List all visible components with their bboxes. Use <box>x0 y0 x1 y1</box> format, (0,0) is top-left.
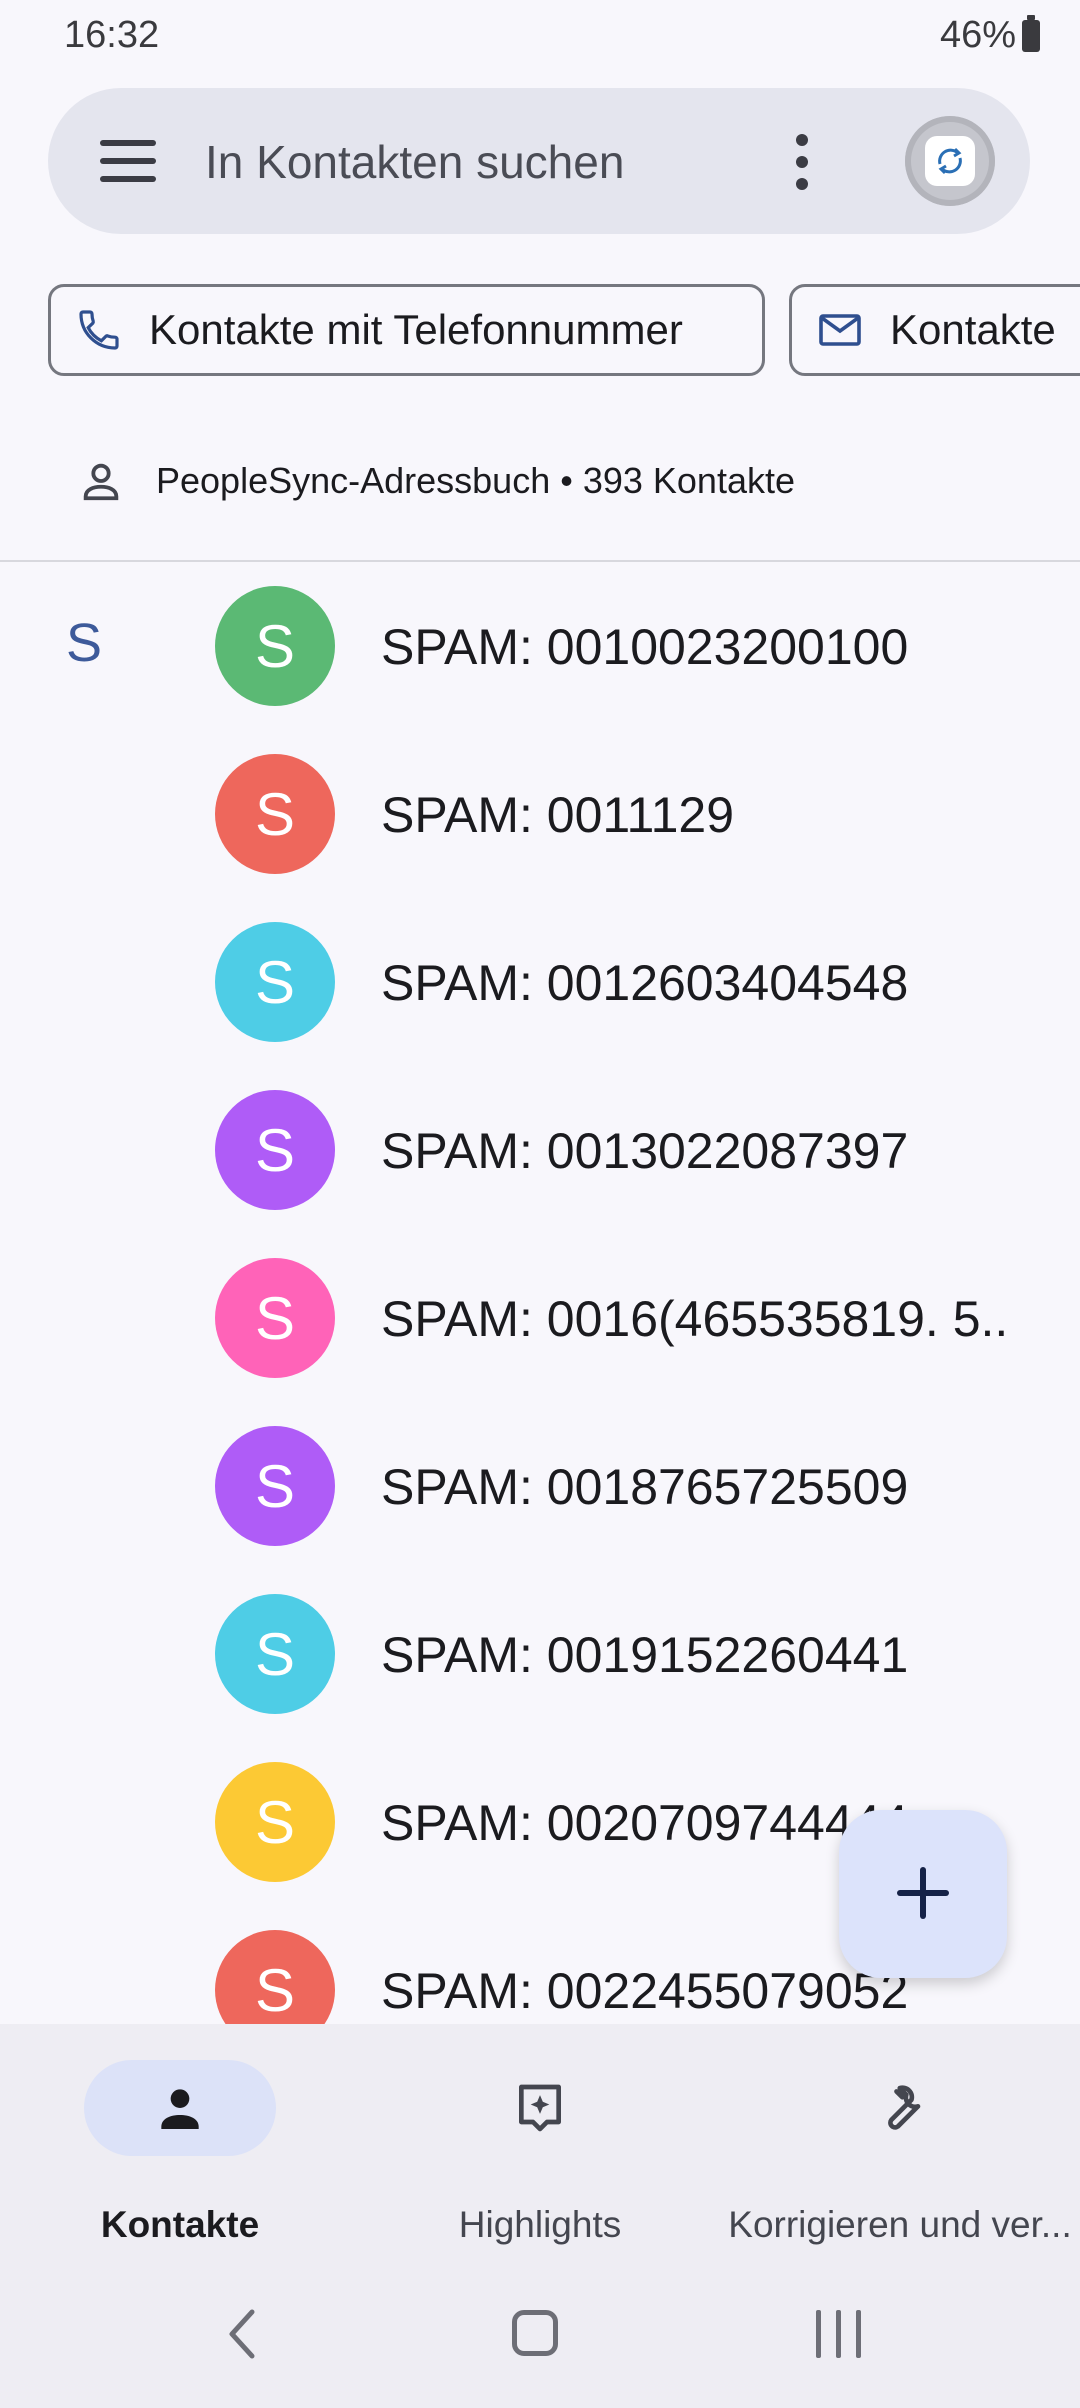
nav-label-fix-and-manage: Korrigieren und ver... <box>728 2204 1072 2245</box>
contact-name: SPAM: 0011129 <box>381 787 735 843</box>
sync-app-icon <box>925 136 975 186</box>
contact-name: SPAM: 0022455079052 <box>381 1963 909 2019</box>
contact-name: SPAM: 0012603404548 <box>381 955 909 1011</box>
contact-name: SPAM: 0010023200100 <box>381 619 909 675</box>
add-contact-button[interactable] <box>839 1810 1007 1978</box>
contact-avatar: S <box>215 1090 335 1210</box>
chip-email-contacts[interactable]: Kontakte <box>789 284 1080 376</box>
contact-name: SPAM: 0020709744444 <box>381 1795 909 1851</box>
nav-label-contacts: Kontakte <box>100 2204 260 2245</box>
contact-name: SPAM: 0013022087397 <box>381 1123 909 1179</box>
person-filled-icon <box>161 2089 199 2129</box>
contact-avatar: S <box>215 1426 335 1546</box>
battery-icon <box>1022 14 1040 52</box>
highlights-icon <box>519 2084 561 2132</box>
contact-avatar: S <box>215 1594 335 1714</box>
nav-label-highlights: Highlights <box>458 2204 622 2245</box>
address-book-info[interactable]: PeopleSync-Adressbuch • 393 Kontakte <box>0 440 1080 520</box>
contact-row[interactable]: S SPAM: 0013022087397 <box>0 1066 1080 1234</box>
nav-item-contacts[interactable]: Kontakte <box>0 2024 360 2264</box>
nav-item-fix-and-manage[interactable]: Korrigieren und ver... <box>720 2024 1080 2264</box>
status-bar: 16:32 46% <box>0 0 1080 72</box>
contact-list[interactable]: S S SPAM: 0010023200100 S SPAM: 0011129 … <box>0 562 1080 2024</box>
chip-email-label: Kontakte <box>890 306 1056 353</box>
contact-avatar: S <box>215 754 335 874</box>
contact-name: SPAM: 0019152260441 <box>381 1627 909 1683</box>
contact-row[interactable]: S SPAM: 0011129 <box>0 730 1080 898</box>
status-battery: 46% <box>940 14 1040 57</box>
contact-avatar: S <box>215 1930 335 2024</box>
mail-icon <box>819 314 861 346</box>
address-book-text: PeopleSync-Adressbuch • 393 Kontakte <box>156 460 795 501</box>
back-icon[interactable] <box>218 2304 268 2364</box>
home-icon[interactable] <box>512 2310 558 2356</box>
chip-phone-contacts[interactable]: Kontakte mit Telefonnummer <box>48 284 765 376</box>
contact-row[interactable]: S SPAM: 0010023200100 <box>0 562 1080 730</box>
contact-avatar: S <box>215 1258 335 1378</box>
contact-avatar: S <box>215 1762 335 1882</box>
system-navigation-bar <box>0 2264 1080 2408</box>
nav-item-highlights[interactable]: Highlights <box>360 2024 720 2264</box>
status-time: 16:32 <box>64 14 160 56</box>
contact-row[interactable]: S SPAM: 0018765725509 <box>0 1402 1080 1570</box>
phone-icon <box>79 310 119 350</box>
more-options-icon[interactable] <box>782 132 822 192</box>
filter-chips: Kontakte mit Telefonnummer Kontakte <box>0 284 1080 380</box>
menu-icon[interactable] <box>100 136 156 186</box>
contact-name: SPAM: 0018765725509 <box>381 1459 909 1515</box>
battery-percent: 46% <box>939 14 1016 56</box>
contact-avatar: S <box>215 586 335 706</box>
bottom-navigation: Kontakte Highlights Korrigieren und ver.… <box>0 2024 1080 2264</box>
wrench-icon <box>888 2085 921 2130</box>
recent-apps-icon[interactable] <box>814 2310 864 2358</box>
search-bar[interactable] <box>48 88 1030 234</box>
contact-row[interactable]: S SPAM: 0012603404548 <box>0 898 1080 1066</box>
account-avatar-button[interactable] <box>905 116 995 206</box>
contact-row[interactable]: S SPAM: 0016(465535819. 5.. <box>0 1234 1080 1402</box>
person-outline-icon <box>83 463 119 501</box>
contact-name: SPAM: 0016(465535819. 5.. <box>381 1291 1009 1347</box>
contact-row[interactable]: S SPAM: 0019152260441 <box>0 1570 1080 1738</box>
contact-avatar: S <box>215 922 335 1042</box>
chip-phone-label: Kontakte mit Telefonnummer <box>149 306 683 353</box>
search-input[interactable] <box>203 126 767 198</box>
